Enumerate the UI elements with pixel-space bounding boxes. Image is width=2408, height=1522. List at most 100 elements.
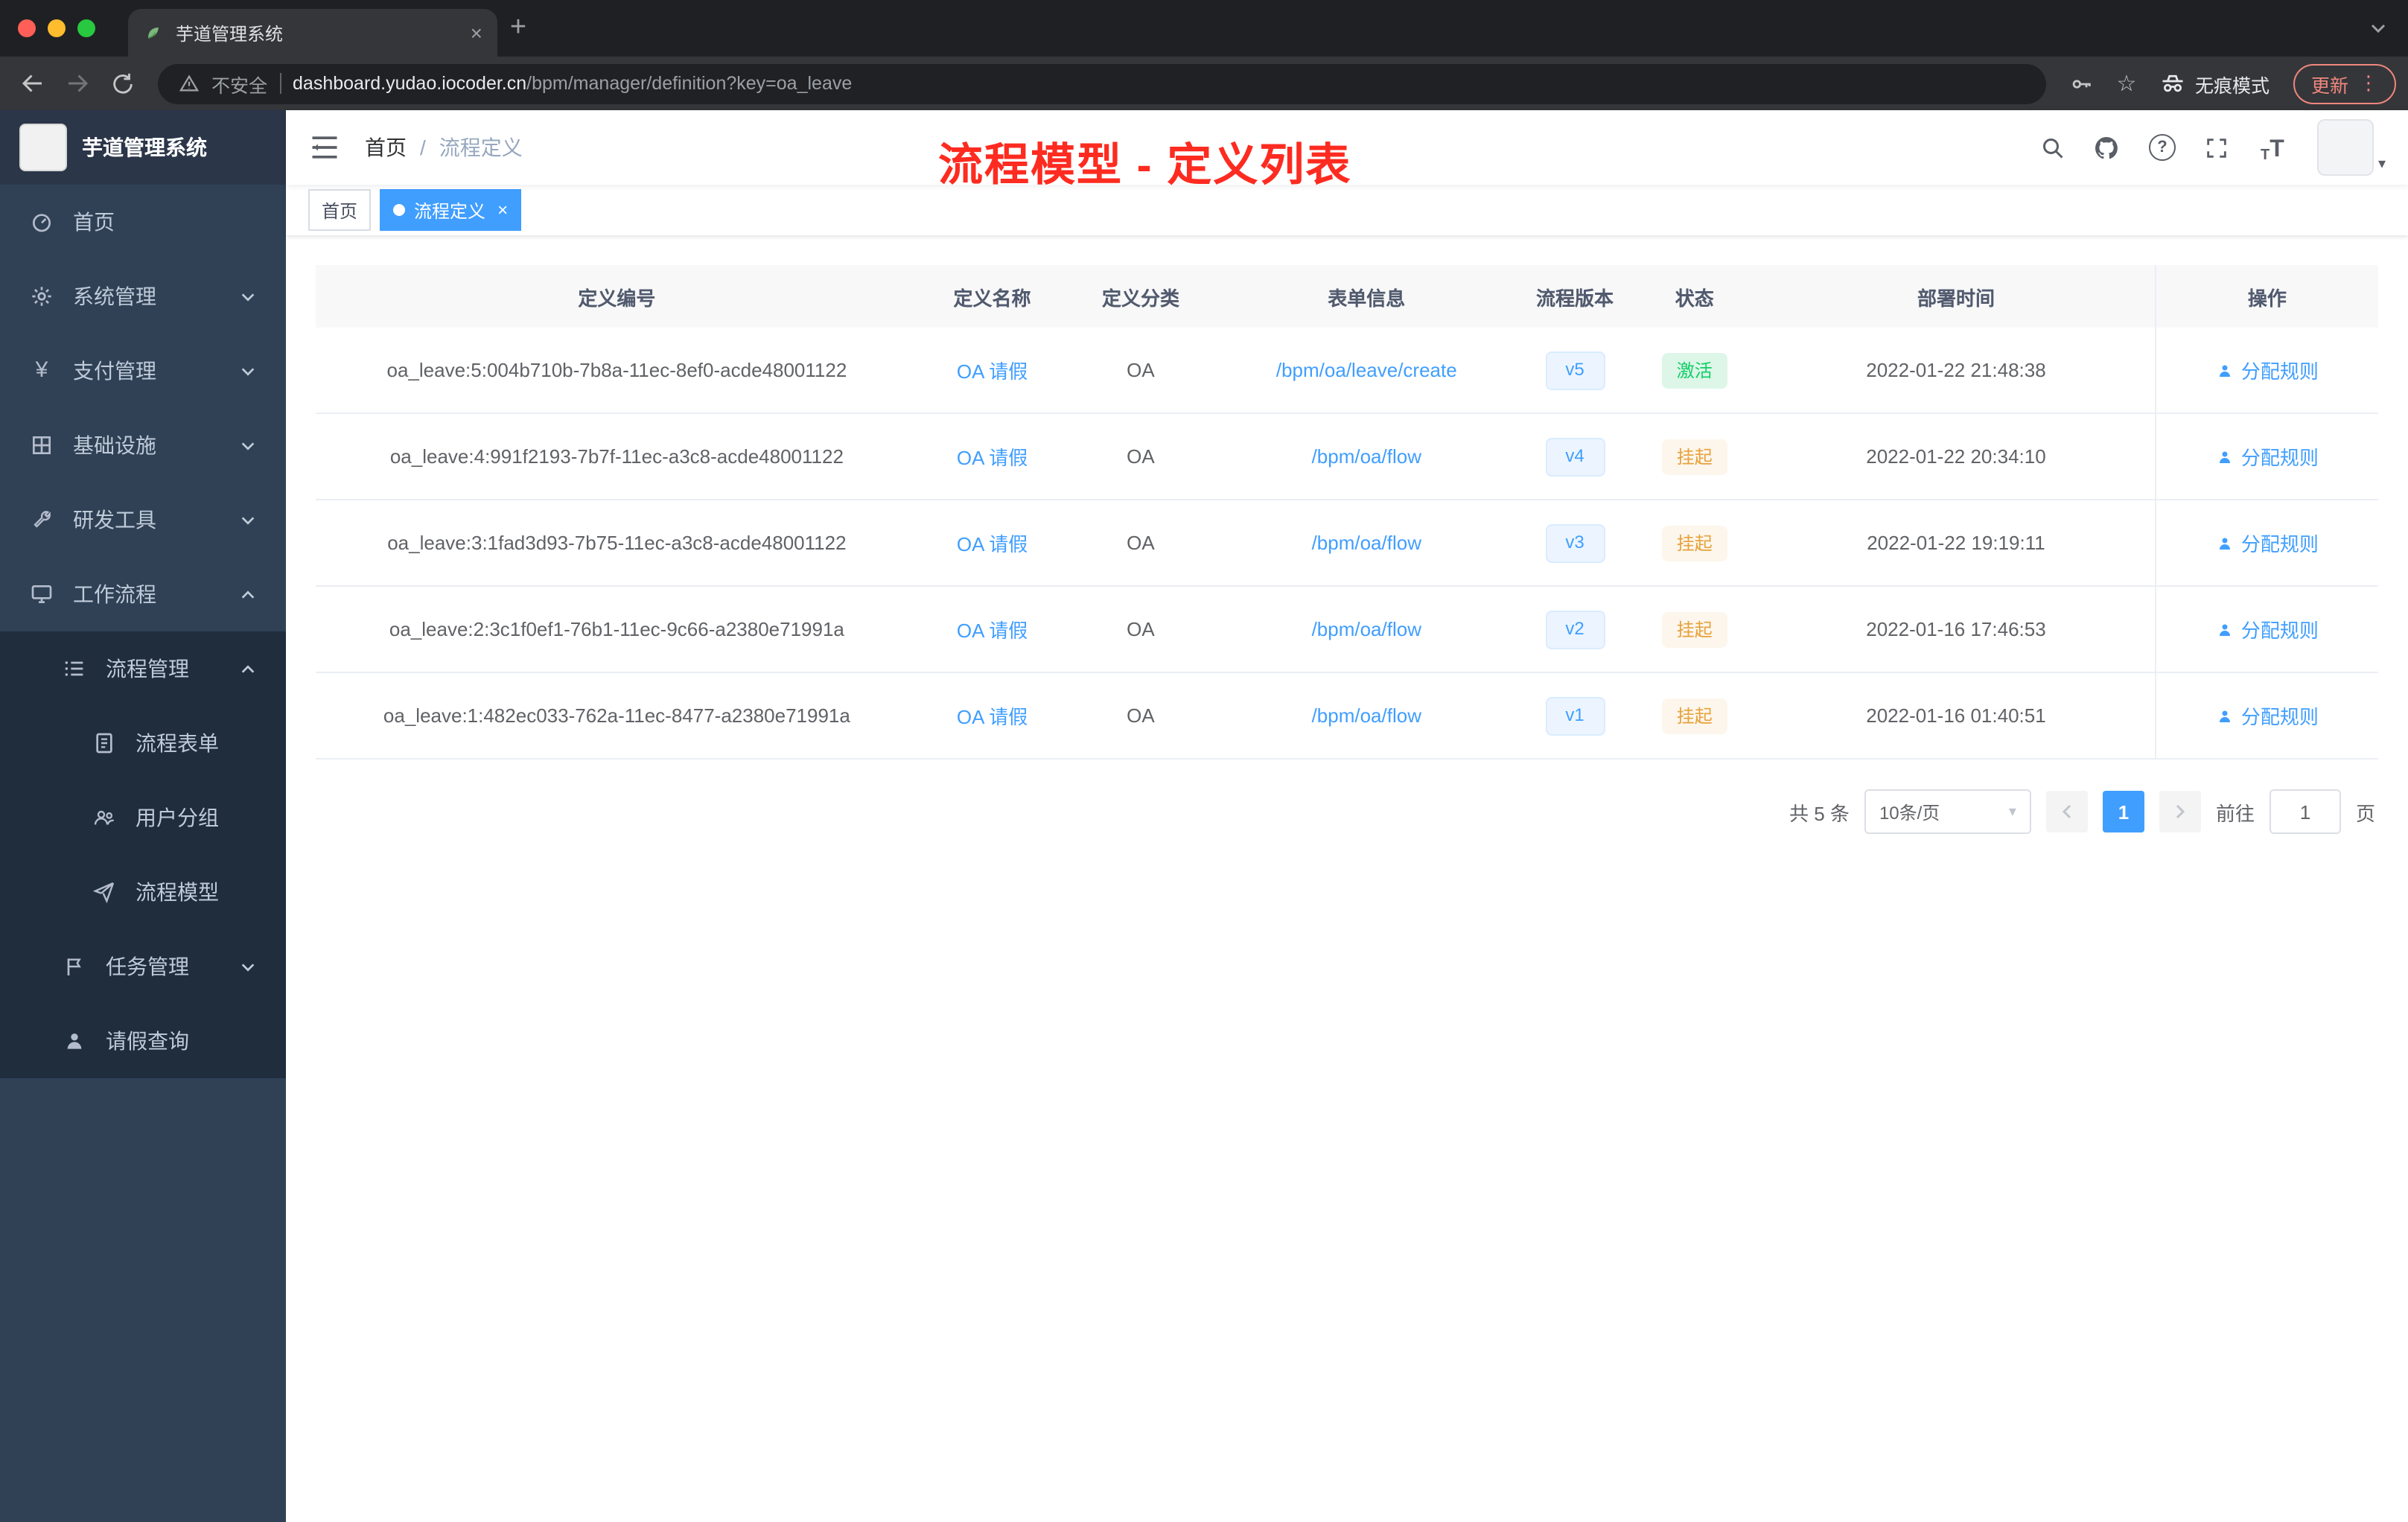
column-header-status: 状态	[1631, 265, 1758, 328]
assign-rule-button[interactable]: 分配规则	[2216, 701, 2319, 730]
sidebar-item-infrastructure[interactable]: 基础设施	[0, 408, 286, 483]
back-button[interactable]	[12, 63, 54, 104]
tag-close-icon[interactable]: ×	[497, 200, 508, 220]
assign-rule-button[interactable]: 分配规则	[2216, 615, 2319, 643]
form-link[interactable]: /bpm/oa/flow	[1312, 445, 1421, 468]
font-size-icon[interactable]: TT	[2256, 131, 2289, 164]
sidebar-item-process-management[interactable]: 流程管理	[0, 631, 286, 706]
form-link[interactable]: /bpm/oa/leave/create	[1276, 359, 1457, 381]
forward-button[interactable]	[57, 63, 98, 104]
sidebar-item-system[interactable]: 系统管理	[0, 259, 286, 334]
sidebar-header[interactable]: 芋道管理系统	[0, 110, 286, 185]
chevron-up-icon	[240, 586, 256, 602]
sidebar-item-user-group[interactable]: 用户分组	[0, 780, 286, 855]
wrench-icon	[34, 511, 51, 528]
status-badge: 激活	[1661, 352, 1727, 388]
fullscreen-icon[interactable]	[2201, 131, 2234, 164]
incognito-icon	[2162, 74, 2183, 92]
sidebar-item-workflow[interactable]: 工作流程	[0, 557, 286, 631]
window-minimize-button[interactable]	[48, 19, 66, 37]
version-badge[interactable]: v3	[1545, 523, 1605, 562]
assign-rule-button[interactable]: 分配规则	[2216, 356, 2319, 384]
browser-menu-icon[interactable]: ⋮	[2359, 71, 2378, 95]
cell-id: oa_leave:4:991f2193-7b7f-11ec-a3c8-acde4…	[316, 413, 918, 500]
column-header-name: 定义名称	[917, 265, 1067, 328]
assign-rule-button[interactable]: 分配规则	[2216, 442, 2319, 471]
help-icon[interactable]: ?	[2146, 131, 2179, 164]
document-icon	[96, 733, 112, 754]
hamburger-icon[interactable]	[308, 131, 341, 164]
page-number-button[interactable]: 1	[2102, 791, 2144, 832]
reload-button[interactable]	[101, 63, 143, 104]
definition-name-link[interactable]: OA 请假	[957, 533, 1028, 555]
update-button[interactable]: 更新 ⋮	[2293, 63, 2396, 104]
sidebar-item-dev-tools[interactable]: 研发工具	[0, 483, 286, 557]
warning-icon	[179, 74, 200, 92]
url-text[interactable]: dashboard.yudao.iocoder.cn/bpm/manager/d…	[293, 73, 852, 94]
definition-table: 定义编号 定义名称 定义分类 表单信息 流程版本 状态 部署时间 操作 oa_l	[316, 265, 2378, 760]
cell-category: OA	[1066, 413, 1215, 500]
tag-home[interactable]: 首页	[308, 189, 372, 231]
bookmark-star-icon[interactable]: ☆	[2106, 63, 2147, 104]
definition-name-link[interactable]: OA 请假	[957, 620, 1028, 642]
sidebar-item-label: 系统管理	[73, 284, 156, 308]
incognito-badge: 无痕模式	[2159, 69, 2270, 98]
security-label[interactable]: 不安全	[211, 69, 267, 98]
sidebar-item-task-management[interactable]: 任务管理	[0, 929, 286, 1004]
pagination-total: 共 5 条	[1789, 802, 1850, 824]
tab-search-button[interactable]	[2369, 0, 2387, 57]
status-badge: 挂起	[1661, 698, 1727, 733]
definition-name-link[interactable]: OA 请假	[957, 706, 1028, 728]
status-badge: 挂起	[1661, 439, 1727, 474]
version-badge[interactable]: v4	[1545, 437, 1605, 476]
chevron-down-icon	[240, 512, 256, 528]
dashboard-icon	[33, 214, 51, 232]
page-size-select[interactable]: 10条/页 ▾	[1864, 789, 2031, 834]
sidebar-item-process-model[interactable]: 流程模型	[0, 855, 286, 929]
column-header-time: 部署时间	[1757, 265, 2156, 328]
assign-rule-button[interactable]: 分配规则	[2216, 529, 2319, 557]
sidebar-item-payment[interactable]: ¥ 支付管理	[0, 334, 286, 408]
definition-name-link[interactable]: OA 请假	[957, 447, 1028, 469]
cell-deploy-time: 2022-01-22 21:48:38	[1757, 328, 2156, 414]
browser-tab[interactable]: 芋道管理系统 ×	[128, 9, 497, 57]
tab-close-icon[interactable]: ×	[471, 22, 482, 43]
url-host: dashboard.yudao.iocoder.cn	[293, 73, 527, 94]
goto-page-input[interactable]	[2269, 789, 2341, 834]
table-row: oa_leave:3:1fad3d93-7b75-11ec-a3c8-acde4…	[316, 500, 2378, 587]
sidebar-item-leave-query[interactable]: 请假查询	[0, 1004, 286, 1078]
main-area: 流程模型 - 定义列表 首页 / 流程定义 ? T T ▾ 首页 流程定义 × …	[286, 110, 2408, 1522]
form-link[interactable]: /bpm/oa/flow	[1312, 618, 1421, 640]
status-badge: 挂起	[1661, 525, 1727, 561]
caret-down-icon: ▾	[2008, 803, 2016, 820]
next-page-button[interactable]	[2159, 791, 2201, 832]
version-badge[interactable]: v1	[1545, 696, 1605, 735]
address-bar[interactable]: 不安全 dashboard.yudao.iocoder.cn/bpm/manag…	[158, 63, 2046, 104]
search-icon[interactable]	[2036, 131, 2068, 164]
github-icon[interactable]	[2091, 131, 2124, 164]
cell-deploy-time: 2022-01-16 17:46:53	[1757, 586, 2156, 673]
window-zoom-button[interactable]	[77, 19, 95, 37]
form-link[interactable]: /bpm/oa/flow	[1312, 704, 1421, 727]
sidebar-item-label: 请假查询	[106, 1029, 189, 1053]
window-close-button[interactable]	[18, 19, 36, 37]
cell-category: OA	[1066, 500, 1215, 587]
new-tab-button[interactable]: +	[497, 7, 539, 49]
table-header-row: 定义编号 定义名称 定义分类 表单信息 流程版本 状态 部署时间 操作	[316, 265, 2378, 328]
password-key-icon[interactable]	[2061, 63, 2103, 104]
version-badge[interactable]: v2	[1545, 610, 1605, 649]
sidebar-item-home[interactable]: 首页	[0, 185, 286, 259]
user-menu[interactable]: ▾	[2316, 119, 2386, 176]
tag-process-definition[interactable]: 流程定义 ×	[380, 189, 522, 231]
avatar[interactable]	[2316, 119, 2374, 176]
breadcrumb-home[interactable]: 首页	[365, 133, 407, 162]
version-badge[interactable]: v5	[1545, 351, 1605, 389]
chevron-down-icon	[2371, 24, 2386, 34]
sidebar-item-label: 支付管理	[73, 359, 156, 383]
sidebar-item-process-form[interactable]: 流程表单	[0, 706, 286, 780]
prev-page-button[interactable]	[2045, 791, 2088, 832]
active-dot	[393, 204, 406, 216]
form-link[interactable]: /bpm/oa/flow	[1312, 532, 1421, 554]
definition-name-link[interactable]: OA 请假	[957, 360, 1028, 383]
cell-category: OA	[1066, 672, 1215, 760]
